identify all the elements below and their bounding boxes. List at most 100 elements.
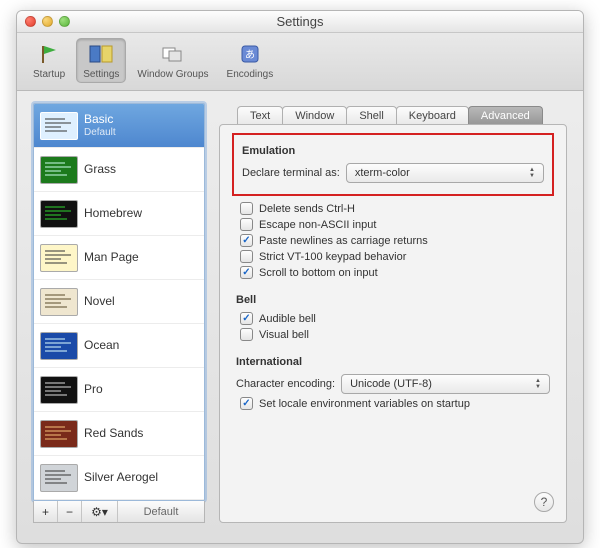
window-title: Settings <box>17 14 583 29</box>
profile-name: Ocean <box>84 338 119 352</box>
profile-item-pro[interactable]: Pro <box>34 368 204 412</box>
toolbar-settings-label: Settings <box>83 69 119 80</box>
profile-thumb <box>40 376 78 404</box>
profile-name: Pro <box>84 382 103 396</box>
profile-thumb <box>40 420 78 448</box>
setlocale-checkbox[interactable] <box>240 397 253 410</box>
profile-item-red-sands[interactable]: Red Sands <box>34 412 204 456</box>
set-default-button[interactable]: Default <box>118 501 204 522</box>
emulation-opt-label-0: Delete sends Ctrl-H <box>259 203 355 215</box>
setlocale-row: Set locale environment variables on star… <box>236 397 550 410</box>
profile-name: Homebrew <box>84 206 142 220</box>
declare-terminal-value: xterm-color <box>355 167 410 179</box>
bell-opt-checkbox-1[interactable] <box>240 328 253 341</box>
emulation-opt-checkbox-3[interactable] <box>240 250 253 263</box>
svg-text:あ: あ <box>245 49 255 61</box>
profile-actions-button[interactable]: ⚙▾ <box>82 501 118 522</box>
profile-item-grass[interactable]: Grass <box>34 148 204 192</box>
profile-item-ocean[interactable]: Ocean <box>34 324 204 368</box>
toolbar-settings[interactable]: Settings <box>77 39 125 82</box>
profile-item-novel[interactable]: Novel <box>34 280 204 324</box>
profile-thumb <box>40 464 78 492</box>
tab-shell[interactable]: Shell <box>346 106 396 125</box>
remove-profile-button[interactable]: − <box>58 501 82 522</box>
toolbar-encodings-label: Encodings <box>227 69 274 80</box>
tab-keyboard[interactable]: Keyboard <box>396 106 469 125</box>
declare-terminal-label: Declare terminal as: <box>242 167 340 179</box>
profile-thumb <box>40 156 78 184</box>
toolbar-startup-label: Startup <box>33 69 65 80</box>
profile-thumb <box>40 332 78 360</box>
emulation-heading: Emulation <box>242 145 544 157</box>
profile-thumb <box>40 112 78 140</box>
tab-advanced[interactable]: Advanced <box>468 106 543 125</box>
declare-terminal-row: Declare terminal as: xterm-color ▲▼ <box>242 163 544 183</box>
international-heading: International <box>236 356 550 368</box>
emulation-options: Delete sends Ctrl-H Escape non-ASCII inpu… <box>236 202 550 279</box>
settings-icon <box>87 41 115 67</box>
toolbar-window-groups[interactable]: Window Groups <box>131 39 214 82</box>
sidebar: BasicDefaultGrassHomebrewMan PageNovelOc… <box>33 103 205 523</box>
profile-name: Novel <box>84 294 115 308</box>
emulation-opt-label-1: Escape non-ASCII input <box>259 219 376 231</box>
bell-options: Audible bell Visual bell <box>236 312 550 341</box>
profile-name: Silver Aerogel <box>84 470 158 484</box>
toolbar-window-groups-label: Window Groups <box>137 69 208 80</box>
bell-opt-checkbox-0[interactable] <box>240 312 253 325</box>
emulation-opt-label-3: Strict VT-100 keypad behavior <box>259 251 406 263</box>
setlocale-label: Set locale environment variables on star… <box>259 398 470 410</box>
window-groups-icon <box>159 41 187 67</box>
emulation-opt-row-3: Strict VT-100 keypad behavior <box>236 250 550 263</box>
main-area: TextWindowShellKeyboardAdvanced Emulatio… <box>219 103 567 523</box>
profile-item-homebrew[interactable]: Homebrew <box>34 192 204 236</box>
emulation-opt-checkbox-4[interactable] <box>240 266 253 279</box>
profile-item-basic[interactable]: BasicDefault <box>34 104 204 148</box>
emulation-opt-row-0: Delete sends Ctrl-H <box>236 202 550 215</box>
declare-terminal-select[interactable]: xterm-color ▲▼ <box>346 163 544 183</box>
emulation-opt-checkbox-1[interactable] <box>240 218 253 231</box>
profile-sublabel: Default <box>84 127 116 139</box>
emulation-opt-row-1: Escape non-ASCII input <box>236 218 550 231</box>
profile-thumb <box>40 200 78 228</box>
profile-name: Man Page <box>84 250 139 264</box>
tabs-row: TextWindowShellKeyboardAdvanced <box>219 103 567 125</box>
bell-opt-label-0: Audible bell <box>259 313 316 325</box>
help-button[interactable]: ? <box>534 492 554 512</box>
select-arrows-icon: ▲▼ <box>525 164 539 182</box>
select-arrows-icon: ▲▼ <box>531 375 545 393</box>
profile-thumb <box>40 288 78 316</box>
sidebar-footer: + − ⚙▾ Default <box>33 501 205 523</box>
emulation-opt-row-2: Paste newlines as carriage returns <box>236 234 550 247</box>
advanced-pane: Emulation Declare terminal as: xterm-col… <box>219 124 567 523</box>
profile-thumb <box>40 244 78 272</box>
toolbar: Startup Settings Window Groups あ Encodin… <box>17 33 583 91</box>
encoding-select[interactable]: Unicode (UTF-8) ▲▼ <box>341 374 550 394</box>
profile-name: Grass <box>84 162 116 176</box>
profile-name: Basic <box>84 112 116 126</box>
window-body: BasicDefaultGrassHomebrewMan PageNovelOc… <box>17 91 583 543</box>
emulation-opt-checkbox-2[interactable] <box>240 234 253 247</box>
add-profile-button[interactable]: + <box>34 501 58 522</box>
flag-icon <box>35 41 63 67</box>
profile-item-silver-aerogel[interactable]: Silver Aerogel <box>34 456 204 500</box>
settings-window: Settings Startup Settings Window Groups … <box>16 10 584 544</box>
bell-heading: Bell <box>236 294 550 306</box>
profile-item-man-page[interactable]: Man Page <box>34 236 204 280</box>
encoding-value: Unicode (UTF-8) <box>350 378 432 390</box>
emulation-opt-checkbox-0[interactable] <box>240 202 253 215</box>
bell-opt-label-1: Visual bell <box>259 329 309 341</box>
titlebar: Settings <box>17 11 583 33</box>
profile-name: Red Sands <box>84 426 143 440</box>
bell-opt-row-1: Visual bell <box>236 328 550 341</box>
emulation-highlight: Emulation Declare terminal as: xterm-col… <box>232 133 554 196</box>
toolbar-encodings[interactable]: あ Encodings <box>221 39 280 82</box>
bell-opt-row-0: Audible bell <box>236 312 550 325</box>
emulation-opt-label-4: Scroll to bottom on input <box>259 267 378 279</box>
encoding-label: Character encoding: <box>236 378 335 390</box>
profile-list[interactable]: BasicDefault Grass Homebrew Man Page Novel Oc… <box>33 103 205 501</box>
toolbar-startup[interactable]: Startup <box>27 39 71 82</box>
tab-window[interactable]: Window <box>282 106 347 125</box>
tab-text[interactable]: Text <box>237 106 283 125</box>
emulation-opt-row-4: Scroll to bottom on input <box>236 266 550 279</box>
emulation-opt-label-2: Paste newlines as carriage returns <box>259 235 428 247</box>
